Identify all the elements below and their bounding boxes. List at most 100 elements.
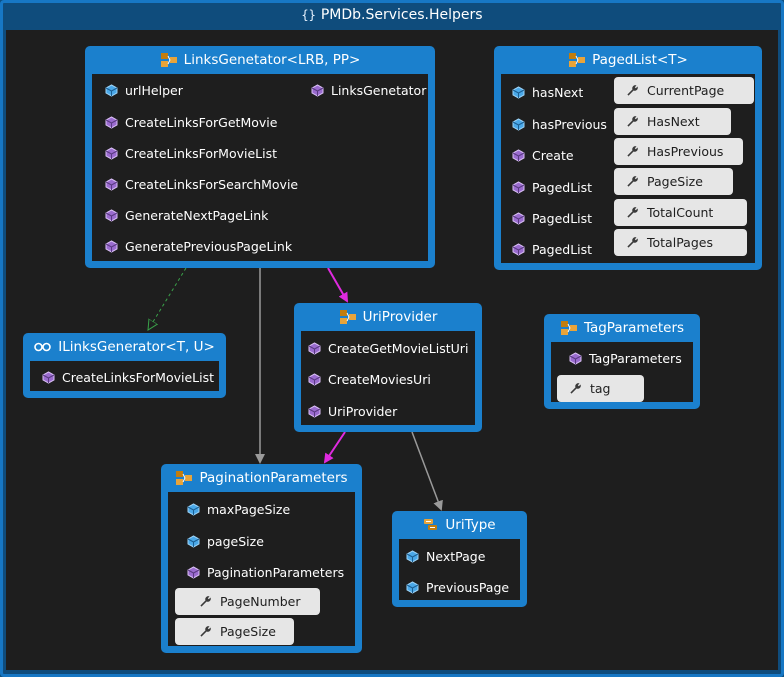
- member-label: PagedList: [532, 210, 593, 226]
- links-generator-class[interactable]: LinksGenetator<LRB, PP> urlHelper Create…: [85, 46, 435, 268]
- property-tag[interactable]: tag: [557, 375, 644, 402]
- member-label: PagedList: [532, 179, 593, 195]
- constructor-links-generator[interactable]: LinksGenetator: [310, 80, 426, 100]
- member-label: CreateLinksForMovieList: [125, 145, 278, 161]
- constructor-paged-list-1[interactable]: PagedList: [511, 177, 592, 197]
- method-create[interactable]: Create: [511, 145, 574, 165]
- property-has-next[interactable]: HasNext: [614, 108, 731, 135]
- enum-value-icon: [405, 549, 419, 563]
- constructor-paged-list-3[interactable]: PagedList: [511, 239, 592, 259]
- paged-list-header: PagedList<T>: [494, 46, 762, 74]
- wrench-icon: [626, 115, 639, 128]
- method-create-links-for-get-movie[interactable]: CreateLinksForGetMovie: [104, 112, 277, 132]
- property-page-size[interactable]: PageSize: [175, 618, 294, 645]
- ilinks-generator-interface[interactable]: ILinksGenerator<T, U> CreateLinksForMovi…: [23, 333, 226, 398]
- association-line-links-uriprovider: [327, 267, 348, 303]
- property-total-pages[interactable]: TotalPages: [614, 229, 747, 256]
- member-label: CreateLinksForGetMovie: [125, 114, 278, 130]
- member-label: CreateLinksForSearchMovie: [125, 176, 299, 192]
- member-label: TagParameters: [589, 350, 682, 366]
- constructor-pagination-parameters[interactable]: PaginationParameters: [186, 562, 344, 582]
- member-label: NextPage: [426, 548, 486, 564]
- constructor-tag-parameters[interactable]: TagParameters: [568, 348, 682, 368]
- method-create-links-for-search-movie[interactable]: CreateLinksForSearchMovie: [104, 174, 298, 194]
- method-icon: [104, 115, 118, 129]
- tag-parameters-class[interactable]: TagParameters TagParameters tag: [544, 314, 700, 409]
- property-label: HasPrevious: [647, 144, 724, 159]
- property-page-size[interactable]: PageSize: [614, 168, 733, 195]
- uri-type-header: UriType: [392, 511, 527, 539]
- ilinks-generator-header: ILinksGenerator<T, U>: [23, 333, 226, 361]
- field-icon: [104, 83, 118, 97]
- association-line-uriprovider-pagination: [323, 431, 346, 464]
- method-create-get-movie-list-uri[interactable]: CreateGetMovieListUri: [307, 338, 468, 358]
- method-icon: [310, 83, 324, 97]
- field-has-next[interactable]: hasNext: [511, 82, 583, 102]
- wrench-icon: [626, 84, 639, 97]
- paged-list-class[interactable]: PagedList<T> hasNext hasPrevious Create …: [494, 46, 762, 270]
- wrench-icon: [199, 625, 212, 638]
- constructor-uri-provider[interactable]: UriProvider: [307, 401, 397, 421]
- interface-icon: [34, 341, 52, 353]
- method-generate-previous-page-link[interactable]: GeneratePreviousPageLink: [104, 236, 292, 256]
- method-icon: [307, 372, 321, 386]
- field-url-helper[interactable]: urlHelper: [104, 80, 183, 100]
- property-has-previous[interactable]: HasPrevious: [614, 138, 743, 165]
- member-label: Create: [532, 147, 574, 163]
- method-icon: [568, 351, 582, 365]
- method-create-movies-uri[interactable]: CreateMoviesUri: [307, 369, 431, 389]
- method-icon: [104, 239, 118, 253]
- member-label: CreateMoviesUri: [328, 371, 431, 387]
- member-label: pageSize: [207, 533, 264, 549]
- method-generate-next-page-link[interactable]: GenerateNextPageLink: [104, 205, 268, 225]
- member-label: PagedList: [532, 241, 593, 257]
- tag-parameters-header: TagParameters: [544, 314, 700, 342]
- links-generator-header: LinksGenetator<LRB, PP>: [85, 46, 435, 74]
- member-label: CreateLinksForMovieList: [62, 369, 215, 385]
- class-icon: [160, 52, 178, 68]
- field-has-previous[interactable]: hasPrevious: [511, 114, 607, 134]
- property-label: HasNext: [647, 114, 700, 129]
- wrench-icon: [626, 145, 639, 158]
- member-label: UriProvider: [328, 403, 398, 419]
- property-total-count[interactable]: TotalCount: [614, 199, 747, 226]
- field-icon: [186, 502, 200, 516]
- uri-type-enum[interactable]: UriType NextPage PreviousPage: [392, 511, 527, 607]
- property-current-page[interactable]: CurrentPage: [614, 77, 754, 104]
- pagination-parameters-title: PaginationParameters: [199, 470, 348, 486]
- paged-list-title: PagedList<T>: [592, 52, 688, 68]
- method-create-links-for-movie-list[interactable]: CreateLinksForMovieList: [104, 143, 277, 163]
- inheritance-line: [148, 267, 187, 330]
- field-page-size[interactable]: pageSize: [186, 531, 264, 551]
- wrench-icon: [569, 382, 582, 395]
- field-icon: [186, 534, 200, 548]
- class-icon: [175, 470, 193, 486]
- wrench-icon: [626, 175, 639, 188]
- method-create-links-for-movie-list[interactable]: CreateLinksForMovieList: [41, 367, 214, 387]
- pagination-parameters-class[interactable]: PaginationParameters maxPageSize pageSiz…: [161, 464, 362, 653]
- field-icon: [511, 85, 525, 99]
- wrench-icon: [626, 206, 639, 219]
- member-label: PaginationParameters: [207, 564, 345, 580]
- property-label: PageNumber: [220, 594, 301, 609]
- enum-value-previous-page[interactable]: PreviousPage: [405, 577, 509, 597]
- property-label: PageSize: [647, 174, 703, 189]
- uri-provider-header: UriProvider: [294, 303, 482, 331]
- enum-value-next-page[interactable]: NextPage: [405, 546, 485, 566]
- member-label: CreateGetMovieListUri: [328, 340, 469, 356]
- field-max-page-size[interactable]: maxPageSize: [186, 499, 290, 519]
- method-icon: [511, 148, 525, 162]
- class-icon: [560, 320, 578, 336]
- uri-provider-class[interactable]: UriProvider CreateGetMovieListUri Create…: [294, 303, 482, 432]
- property-label: PageSize: [220, 624, 276, 639]
- property-page-number[interactable]: PageNumber: [175, 588, 320, 615]
- uri-provider-body: CreateGetMovieListUri CreateMoviesUri Ur…: [301, 331, 475, 425]
- member-label: GenerateNextPageLink: [125, 207, 269, 223]
- member-label: hasNext: [532, 84, 584, 100]
- tag-parameters-body: TagParameters tag: [551, 342, 693, 402]
- constructor-paged-list-2[interactable]: PagedList: [511, 208, 592, 228]
- property-label: tag: [590, 381, 611, 396]
- uri-type-body: NextPage PreviousPage: [399, 539, 520, 600]
- member-label: GeneratePreviousPageLink: [125, 238, 293, 254]
- method-icon: [511, 211, 525, 225]
